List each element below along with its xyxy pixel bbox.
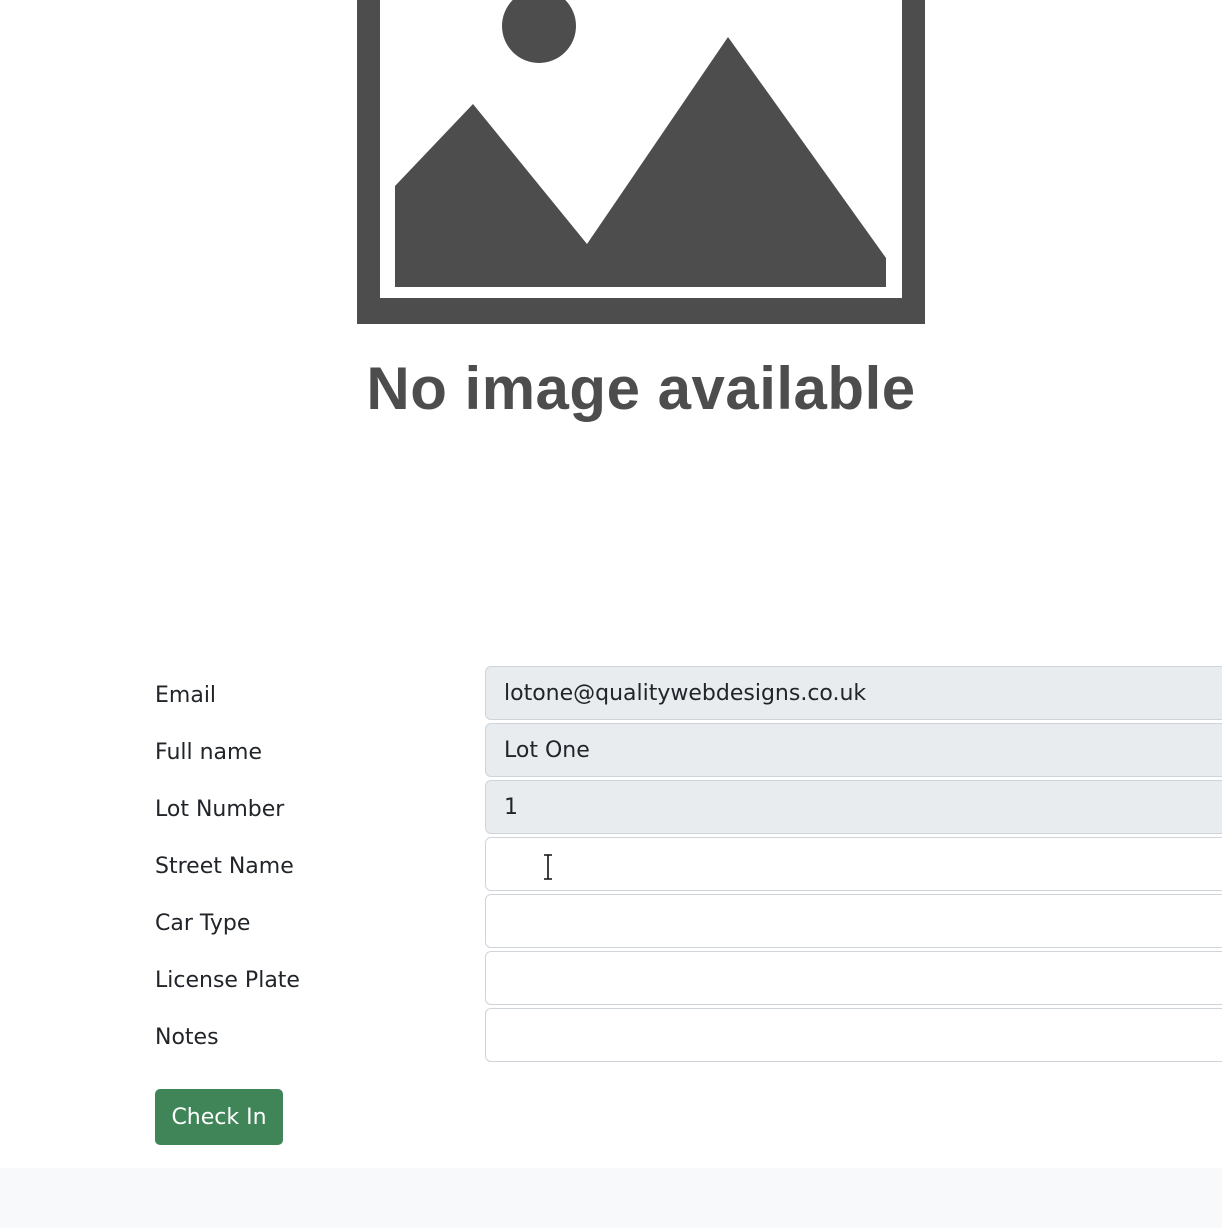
notes-label: Notes (155, 1025, 219, 1050)
no-image-placeholder: No image available (355, 0, 927, 440)
image-placeholder-icon (357, 0, 925, 324)
form-row-lot-number: Lot Number (155, 780, 1222, 837)
form-row-notes: Notes (155, 1008, 1222, 1065)
form-row-license-plate: License Plate (155, 951, 1222, 1008)
notes-field[interactable] (485, 1008, 1222, 1062)
lot-number-label: Lot Number (155, 797, 285, 822)
car-type-label: Car Type (155, 911, 251, 936)
no-image-caption: No image available (366, 355, 916, 422)
lot-number-field[interactable] (485, 780, 1222, 834)
text-cursor-icon (544, 854, 552, 880)
full-name-field[interactable] (485, 723, 1222, 777)
form-row-full-name: Full name (155, 723, 1222, 780)
license-plate-label: License Plate (155, 968, 300, 993)
email-field[interactable] (485, 666, 1222, 720)
page: No image available Email Full name Lot N… (0, 0, 1222, 1228)
full-name-label: Full name (155, 740, 263, 765)
form-row-car-type: Car Type (155, 894, 1222, 951)
form-row-email: Email (155, 666, 1222, 723)
footer (0, 1168, 1222, 1228)
check-in-button[interactable]: Check In (155, 1089, 283, 1145)
car-type-field[interactable] (485, 894, 1222, 948)
email-label: Email (155, 683, 217, 708)
street-name-label: Street Name (155, 854, 294, 879)
check-in-form: Email Full name Lot Number Street Name C… (155, 666, 1222, 1145)
license-plate-field[interactable] (485, 951, 1222, 1005)
form-row-street-name: Street Name (155, 837, 1222, 894)
street-name-field[interactable] (485, 837, 1222, 891)
